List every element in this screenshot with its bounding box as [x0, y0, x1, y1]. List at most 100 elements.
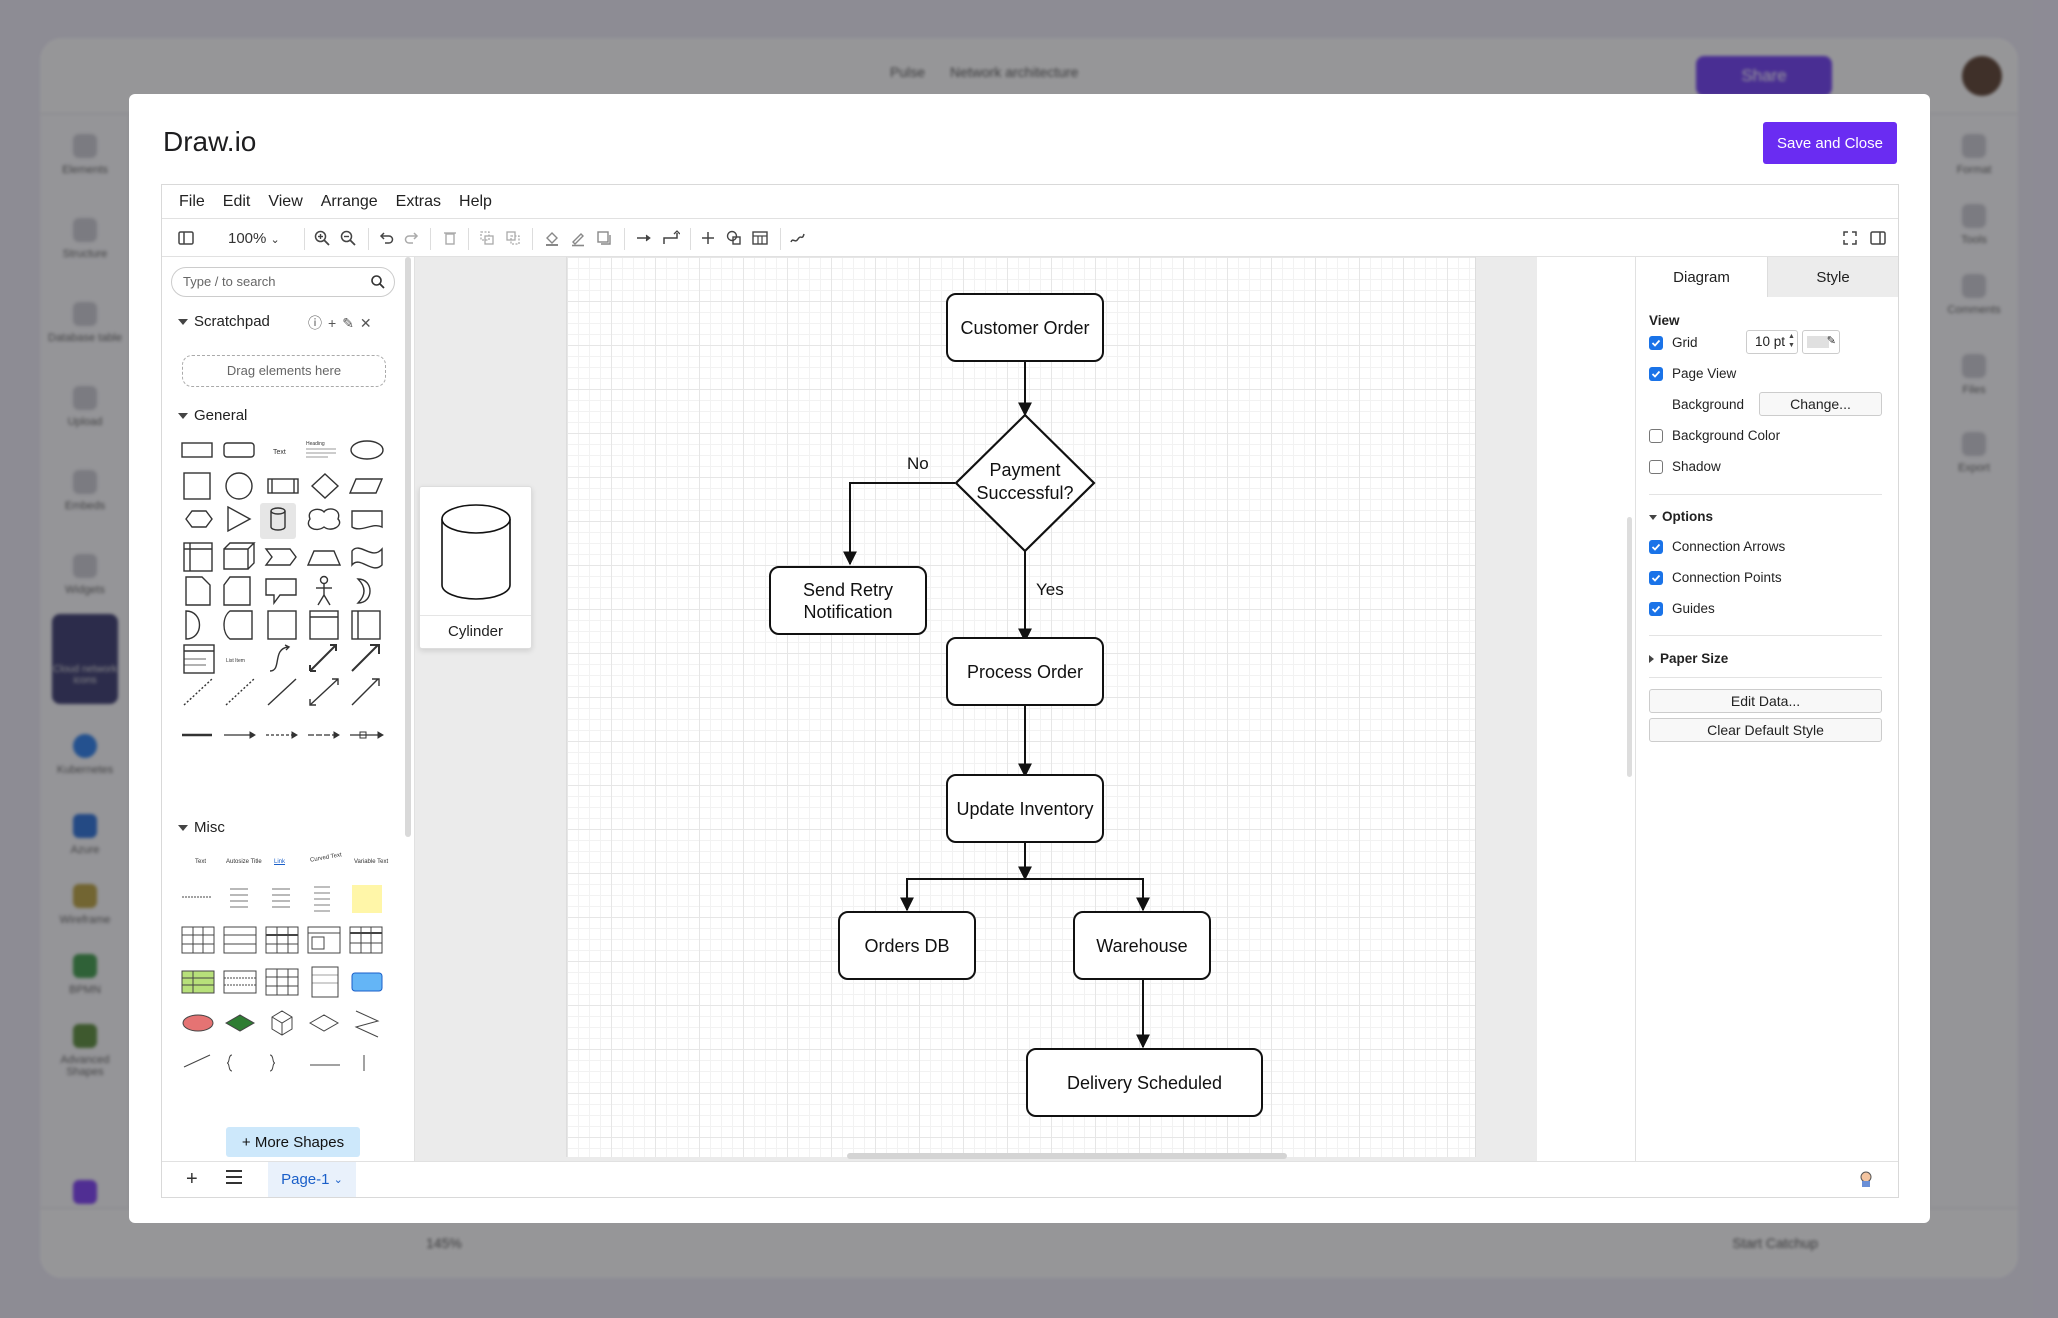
misc-shapes-grid[interactable]	[178, 883, 400, 1123]
undo-icon[interactable]	[374, 226, 398, 250]
misc-autosize-title-shape[interactable]: Autosize Title	[226, 859, 262, 865]
menu-extras[interactable]: Extras	[396, 193, 441, 211]
misc-variable-text-shape[interactable]: Variable Text	[354, 859, 388, 865]
more-shapes-button[interactable]: + More Shapes	[226, 1127, 360, 1157]
canvas-scrollbar[interactable]	[847, 1153, 1287, 1159]
insert-icon[interactable]	[696, 226, 720, 250]
node-orders-db[interactable]: Orders DB	[838, 911, 976, 980]
delete-icon[interactable]	[438, 226, 462, 250]
general-header[interactable]: General	[178, 407, 247, 424]
background-color-row[interactable]: Background Color	[1649, 428, 1780, 443]
zoom-out-icon[interactable]	[336, 226, 360, 250]
misc-text-shape[interactable]: Text	[195, 859, 206, 865]
change-background-button[interactable]: Change...	[1759, 392, 1882, 416]
misc-curved-text-shape[interactable]: Curved Text	[310, 852, 342, 863]
grid-color-swatch[interactable]: ✎	[1802, 330, 1840, 354]
zoom-in-icon[interactable]	[310, 226, 334, 250]
diagram-canvas[interactable]: Customer Order Payment Successful? Send …	[415, 257, 1537, 1161]
background-color-checkbox[interactable]	[1649, 428, 1663, 443]
guides-row[interactable]: Guides	[1649, 601, 1715, 616]
connection-arrows-checkbox[interactable]	[1649, 539, 1663, 554]
fill-color-icon[interactable]	[540, 226, 564, 250]
edge-label-no[interactable]: No	[907, 454, 929, 474]
misc-link-shape[interactable]: Link	[274, 859, 285, 865]
paper-size-section-title[interactable]: Paper Size	[1649, 651, 1728, 666]
node-update-inventory[interactable]: Update Inventory	[946, 774, 1104, 843]
modal-title: Draw.io	[163, 126, 257, 157]
edit-data-button[interactable]: Edit Data...	[1649, 689, 1882, 713]
menu-view[interactable]: View	[268, 193, 302, 211]
shadow-row[interactable]: Shadow	[1649, 459, 1721, 474]
connection-icon[interactable]	[632, 226, 656, 250]
node-delivery-scheduled[interactable]: Delivery Scheduled	[1026, 1048, 1263, 1117]
clear-default-style-button[interactable]: Clear Default Style	[1649, 718, 1882, 742]
shapes-icon[interactable]	[722, 226, 746, 250]
misc-text-row[interactable]: Text Autosize Title Link Curved Text Var…	[178, 852, 400, 873]
save-and-close-button[interactable]: Save and Close	[1763, 122, 1897, 164]
node-customer-order[interactable]: Customer Order	[946, 293, 1104, 362]
collapse-triangle-icon	[178, 413, 188, 420]
shape-library-panel: Type / to search Scratchpad ⓘ+✎✕ Drag el…	[162, 257, 415, 1161]
add-page-icon[interactable]: +	[186, 1168, 198, 1191]
toggle-format-panel-icon[interactable]	[1866, 226, 1890, 250]
freehand-icon[interactable]	[786, 226, 810, 250]
edge-label-yes[interactable]: Yes	[1036, 580, 1064, 600]
menu-help[interactable]: Help	[459, 193, 492, 211]
node-send-retry[interactable]: Send Retry Notification	[769, 566, 927, 635]
diagram-page[interactable]: Customer Order Payment Successful? Send …	[566, 257, 1476, 1157]
pages-menu-icon[interactable]	[226, 1170, 242, 1184]
panel-scrollbar[interactable]	[1627, 517, 1632, 777]
grid-checkbox[interactable]	[1649, 335, 1663, 350]
page-view-checkbox[interactable]	[1649, 366, 1663, 381]
add-icon[interactable]: +	[328, 315, 342, 331]
connection-points-checkbox[interactable]	[1649, 570, 1663, 585]
toggle-sidebar-icon[interactable]	[174, 226, 198, 250]
menu-file[interactable]: File	[179, 193, 205, 211]
general-shapes-grid[interactable]: Text Heading List Item	[178, 435, 400, 715]
grid-size-stepper[interactable]: ▲ ▼	[1788, 332, 1795, 350]
guides-checkbox[interactable]	[1649, 601, 1663, 616]
page-view-row[interactable]: Page View	[1649, 366, 1736, 381]
table-icon[interactable]	[748, 226, 772, 250]
connector-shapes-row[interactable]	[178, 725, 400, 745]
menu-edit[interactable]: Edit	[223, 193, 251, 211]
edge-to-warehouse[interactable]	[1025, 878, 1150, 912]
fullscreen-icon[interactable]	[1838, 226, 1862, 250]
pencil-icon[interactable]: ✎	[1827, 334, 1836, 347]
misc-header[interactable]: Misc	[178, 819, 225, 836]
node-payment-label[interactable]: Payment Successful?	[965, 459, 1085, 505]
menu-arrange[interactable]: Arrange	[321, 193, 378, 211]
close-icon[interactable]: ✕	[360, 315, 378, 331]
to-back-icon[interactable]	[501, 226, 525, 250]
to-front-icon[interactable]	[475, 226, 499, 250]
connection-arrows-row[interactable]: Connection Arrows	[1649, 539, 1785, 554]
shape-search-input[interactable]: Type / to search	[171, 267, 395, 297]
line-color-icon[interactable]	[566, 226, 590, 250]
redo-icon[interactable]	[400, 226, 424, 250]
toolbar-divider	[532, 228, 533, 250]
page-tab-page-1[interactable]: Page-1 ⌄	[268, 1162, 356, 1197]
shadow-icon[interactable]	[592, 226, 616, 250]
node-warehouse[interactable]: Warehouse	[1073, 911, 1211, 980]
text-shape[interactable]: Text	[273, 449, 286, 456]
format-panel: Diagram Style View Grid 10 pt ▲ ▼ ✎ Page …	[1627, 257, 1898, 1161]
connection-points-row[interactable]: Connection Points	[1649, 570, 1782, 585]
edge-payment-no[interactable]	[843, 482, 955, 566]
waypoints-icon[interactable]	[659, 226, 683, 250]
sidebar-scrollbar[interactable]	[405, 257, 411, 837]
help-icon[interactable]: ⓘ	[308, 315, 328, 331]
zoom-select[interactable]: 100% ⌄	[228, 230, 280, 247]
options-section-title[interactable]: Options	[1649, 509, 1713, 524]
heading-shape[interactable]: Heading	[306, 441, 325, 447]
scratchpad-header[interactable]: Scratchpad	[178, 313, 270, 330]
tab-style[interactable]: Style	[1767, 257, 1898, 297]
tab-diagram[interactable]: Diagram	[1636, 257, 1767, 297]
edge-to-orders-db[interactable]	[900, 878, 1025, 912]
grid-row[interactable]: Grid	[1649, 335, 1698, 350]
node-process-order[interactable]: Process Order	[946, 637, 1104, 706]
expand-triangle-icon	[1649, 655, 1654, 664]
view-section-title: View	[1649, 313, 1680, 328]
edit-icon[interactable]: ✎	[342, 315, 360, 331]
scratchpad-drop-zone[interactable]: Drag elements here	[182, 355, 386, 387]
shadow-checkbox[interactable]	[1649, 459, 1663, 474]
